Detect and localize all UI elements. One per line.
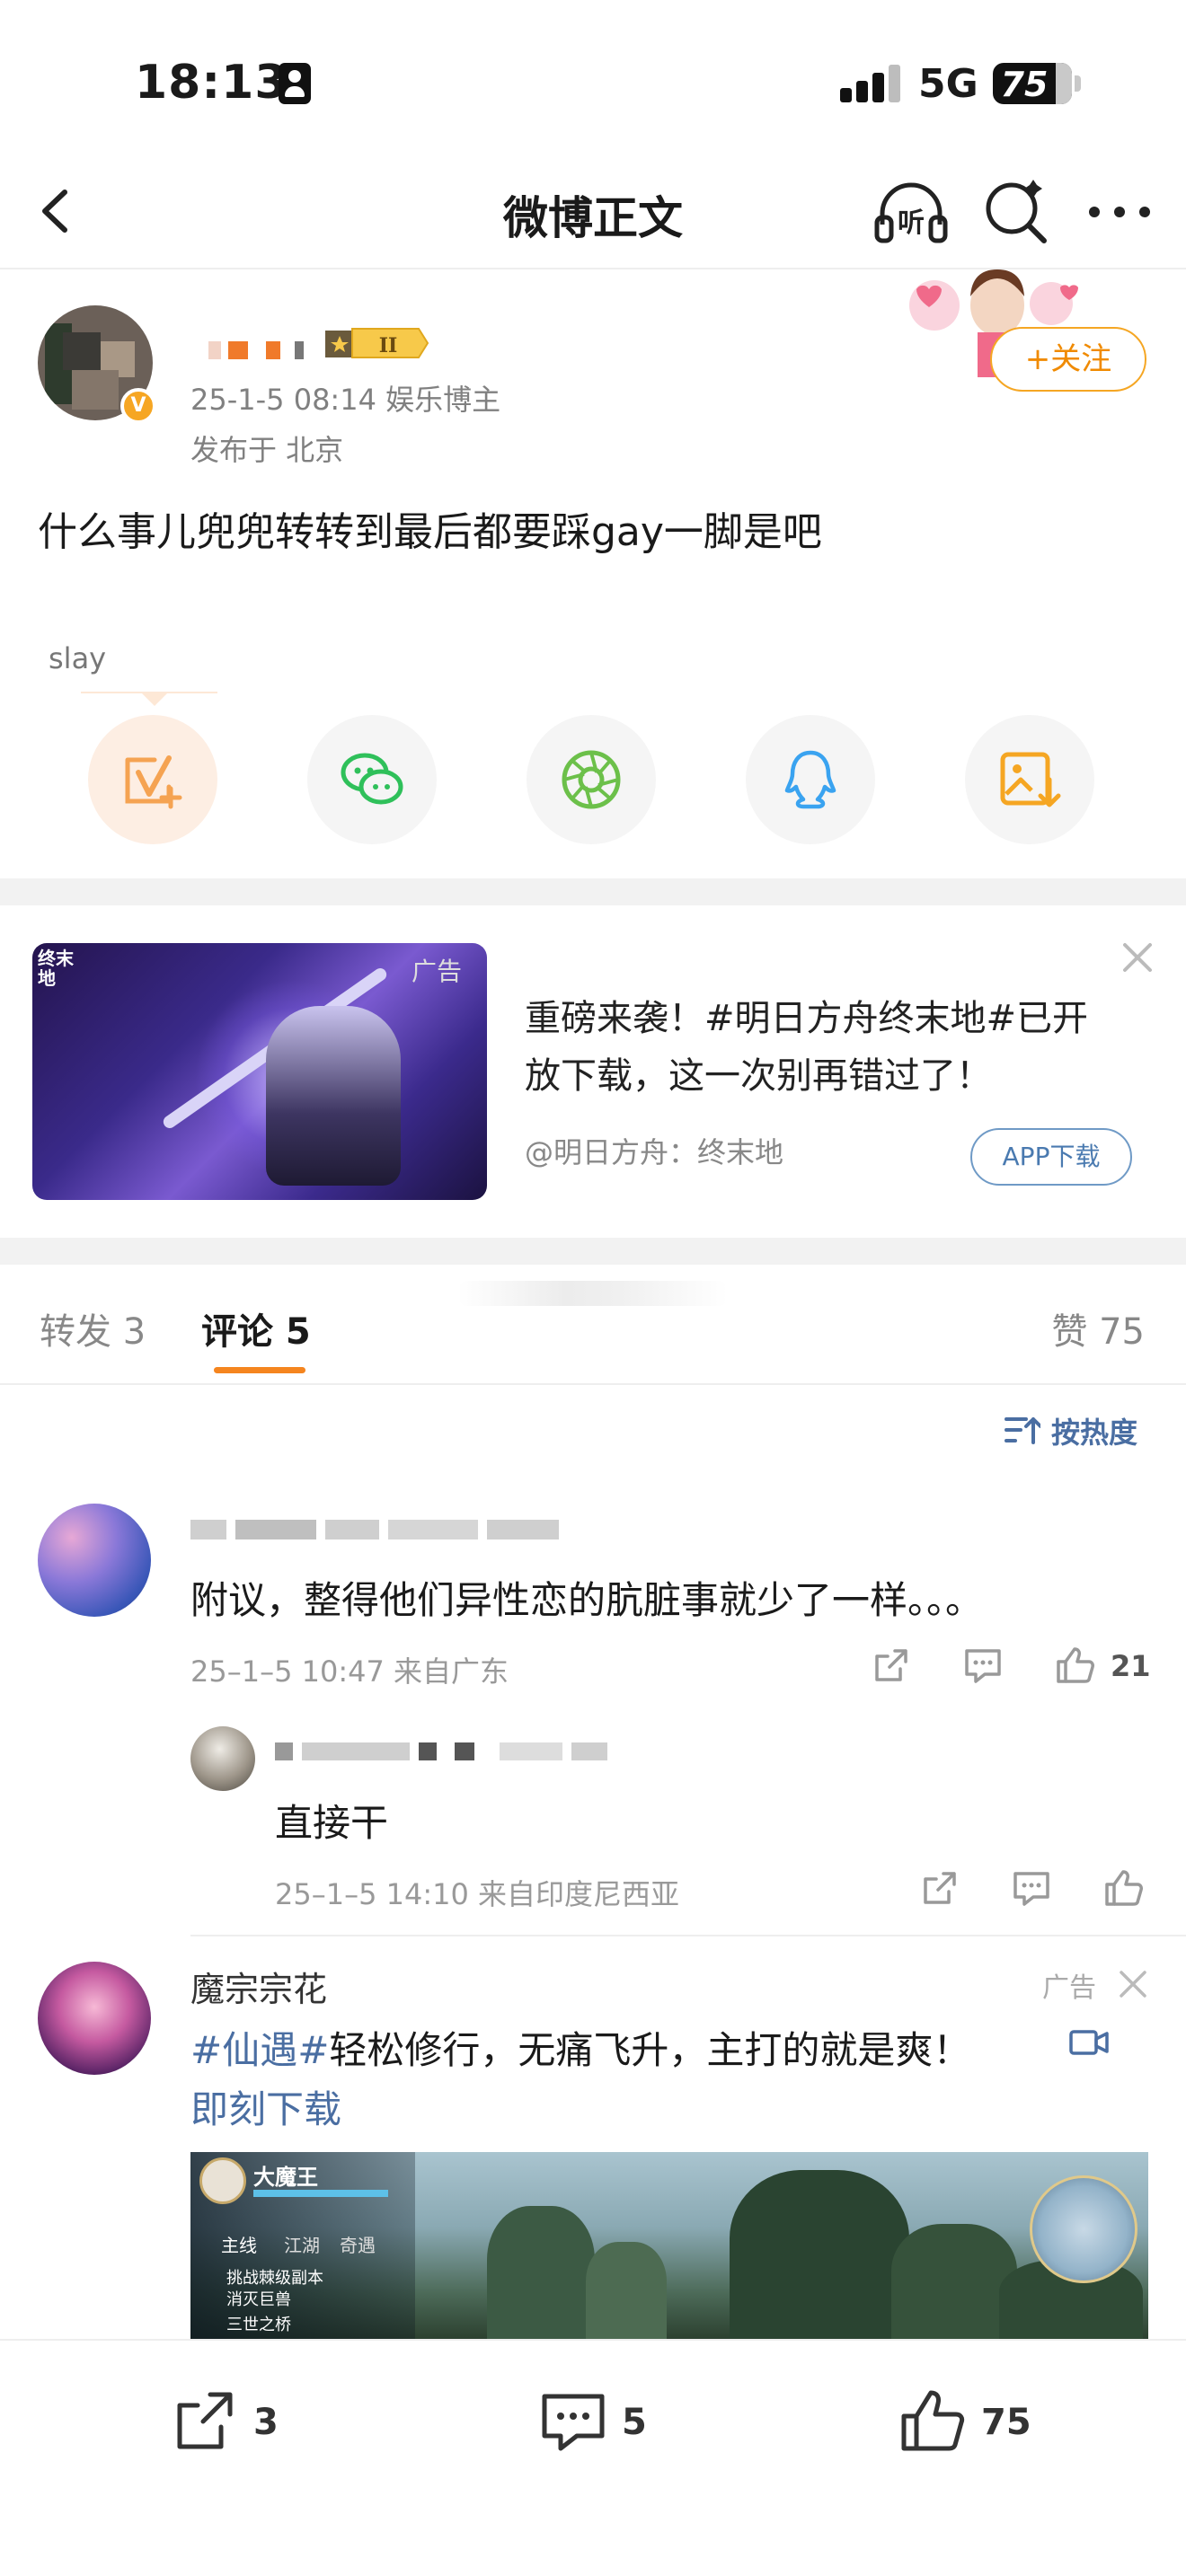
post-text: 什么事儿兜兜转转到最后都要踩gay一脚是吧 bbox=[38, 509, 822, 555]
share-wechat-button[interactable] bbox=[307, 715, 437, 844]
reply-reply-button[interactable] bbox=[1010, 1866, 1053, 1913]
tab-forward[interactable]: 转发 3 bbox=[40, 1302, 146, 1354]
share-forward-button[interactable] bbox=[88, 715, 217, 844]
ad-commenter-name[interactable]: 魔宗宗花 bbox=[190, 1962, 327, 2011]
moments-icon bbox=[562, 750, 621, 809]
bottom-action-bar: 3 5 75 bbox=[0, 2339, 1186, 2576]
listen-label: 听 bbox=[898, 207, 925, 239]
sort-icon[interactable] bbox=[1005, 1414, 1040, 1446]
ad-hashtag[interactable]: #仙遇# bbox=[190, 2028, 329, 2072]
save-image-button[interactable] bbox=[965, 715, 1094, 844]
comment-text: 附议，整得他们异性恋的肮脏事就少了一样。。。 bbox=[190, 1578, 984, 1622]
reply-text: 直接干 bbox=[275, 1801, 389, 1845]
comment-icon bbox=[542, 2394, 605, 2451]
game-player-name: 大魔王 bbox=[253, 2165, 318, 2190]
reply-avatar[interactable] bbox=[190, 1726, 255, 1791]
comment-reply-button[interactable] bbox=[961, 1644, 1005, 1690]
status-time: 18:13 bbox=[135, 56, 288, 110]
forward-count: 3 bbox=[253, 2402, 279, 2443]
comment-like-count: 21 bbox=[1111, 1649, 1151, 1683]
reply-name-redacted[interactable] bbox=[275, 1732, 634, 1764]
comment-share-button[interactable] bbox=[870, 1644, 913, 1690]
share-icon bbox=[924, 1872, 956, 1904]
comment-icon bbox=[965, 1649, 1001, 1683]
section-gap bbox=[0, 1238, 1186, 1265]
ad-logo: 终末地 bbox=[38, 948, 74, 989]
forward-icon bbox=[177, 2392, 233, 2449]
bottom-like-button[interactable]: 75 bbox=[897, 2386, 1058, 2457]
reply-share-button[interactable] bbox=[918, 1866, 961, 1913]
ad-comment-body: 轻松修行，无痛飞升，主打的就是爽！ bbox=[329, 2028, 971, 2072]
search-icon[interactable] bbox=[981, 178, 1049, 246]
section-gap bbox=[0, 878, 1186, 905]
reply-meta: 25–1–5 14:10 来自印度尼西亚 bbox=[275, 1877, 680, 1911]
tab-like[interactable]: 赞 75 bbox=[1051, 1302, 1145, 1354]
comment-count: 5 bbox=[622, 2402, 647, 2443]
post-tag[interactable]: slay bbox=[49, 641, 106, 675]
video-icon[interactable] bbox=[1069, 2026, 1109, 2059]
sort-button[interactable]: 按热度 bbox=[1051, 1410, 1137, 1451]
close-icon[interactable] bbox=[1118, 938, 1157, 977]
tab-active-indicator bbox=[214, 1367, 305, 1373]
thumbs-up-icon bbox=[901, 2390, 965, 2451]
nav-bar: 微博正文 听 bbox=[0, 153, 1186, 269]
ad-commenter-avatar[interactable] bbox=[38, 1962, 151, 2075]
ad-text[interactable]: 重磅来袭！#明日方舟终末地#已开放下载，这一次别再错过了！ bbox=[525, 990, 1118, 1105]
game-tab-jianghu: 江湖 bbox=[284, 2235, 320, 2256]
weibo-forward-icon bbox=[125, 755, 182, 809]
battery-level: 75 bbox=[1000, 65, 1049, 104]
comment-like-button[interactable] bbox=[1053, 1644, 1096, 1690]
bottom-comment-button[interactable]: 5 bbox=[537, 2386, 681, 2457]
tab-blur bbox=[458, 1281, 728, 1306]
battery-icon: 75 bbox=[993, 63, 1072, 104]
network-label: 5G bbox=[918, 61, 978, 107]
game-quest-2: 消灭巨兽 bbox=[226, 2290, 291, 2309]
comment-divider bbox=[190, 1935, 1186, 1936]
ad-source[interactable]: @明日方舟：终末地 bbox=[525, 1130, 783, 1171]
game-tab-qiyu: 奇遇 bbox=[340, 2235, 376, 2256]
more-icon[interactable] bbox=[1084, 194, 1155, 230]
download-link[interactable]: 即刻下载 bbox=[190, 2087, 341, 2131]
qq-icon bbox=[784, 750, 836, 809]
level-badge-icon: II bbox=[325, 328, 429, 358]
svg-text:II: II bbox=[379, 334, 398, 357]
tag-pointer bbox=[140, 692, 169, 706]
game-quest-3: 三世之桥 bbox=[226, 2316, 291, 2334]
share-moments-button[interactable] bbox=[527, 715, 656, 844]
app-download-button[interactable]: APP下载 bbox=[970, 1128, 1132, 1186]
share-qq-button[interactable] bbox=[746, 715, 875, 844]
share-row bbox=[0, 715, 1186, 850]
ad-game-image[interactable]: 大魔王 主线 江湖 奇遇 挑战棘级副本 消灭巨兽 三世之桥 bbox=[190, 2152, 1148, 2341]
ad-comment-text[interactable]: #仙遇#轻松修行，无痛飞升，主打的就是爽！ 即刻下载 bbox=[190, 2021, 1089, 2139]
save-image-icon bbox=[1000, 752, 1061, 807]
thumbs-up-icon bbox=[1057, 1647, 1094, 1683]
headphone-listen-icon[interactable]: 听 bbox=[873, 176, 949, 248]
game-tab-main: 主线 bbox=[221, 2235, 257, 2256]
post-meta: 25-1-5 08:14 娱乐博主 bbox=[190, 383, 501, 417]
close-icon[interactable] bbox=[1116, 1967, 1150, 2001]
reply-like-button[interactable] bbox=[1102, 1866, 1145, 1913]
thumbs-up-icon bbox=[1105, 1870, 1143, 1906]
battery-tip bbox=[1075, 75, 1081, 92]
bottom-forward-button[interactable]: 3 bbox=[169, 2386, 313, 2457]
follow-button[interactable]: +关注 bbox=[990, 327, 1146, 392]
comment-meta: 25–1–5 10:47 来自广东 bbox=[190, 1654, 509, 1689]
signal-icon bbox=[840, 65, 901, 102]
share-icon bbox=[875, 1649, 907, 1681]
game-quest-1: 挑战棘级副本 bbox=[226, 2269, 323, 2288]
tab-comment[interactable]: 评论 5 bbox=[201, 1302, 311, 1354]
author-name-redacted[interactable] bbox=[189, 332, 323, 361]
wechat-icon bbox=[341, 753, 403, 805]
ad-comment-tag: 广告 bbox=[1042, 1972, 1096, 2004]
verified-badge-icon: V bbox=[120, 388, 156, 424]
like-count: 75 bbox=[981, 2402, 1031, 2443]
comment-icon bbox=[1013, 1872, 1049, 1906]
status-bar: 18:13 5G 75 bbox=[0, 0, 1186, 153]
ad-tag: 广告 bbox=[412, 957, 463, 986]
commenter-avatar[interactable] bbox=[38, 1504, 151, 1617]
commenter-name-redacted[interactable] bbox=[190, 1509, 568, 1545]
focus-person-icon bbox=[279, 63, 311, 104]
post-location: 发布于 北京 bbox=[190, 433, 344, 467]
